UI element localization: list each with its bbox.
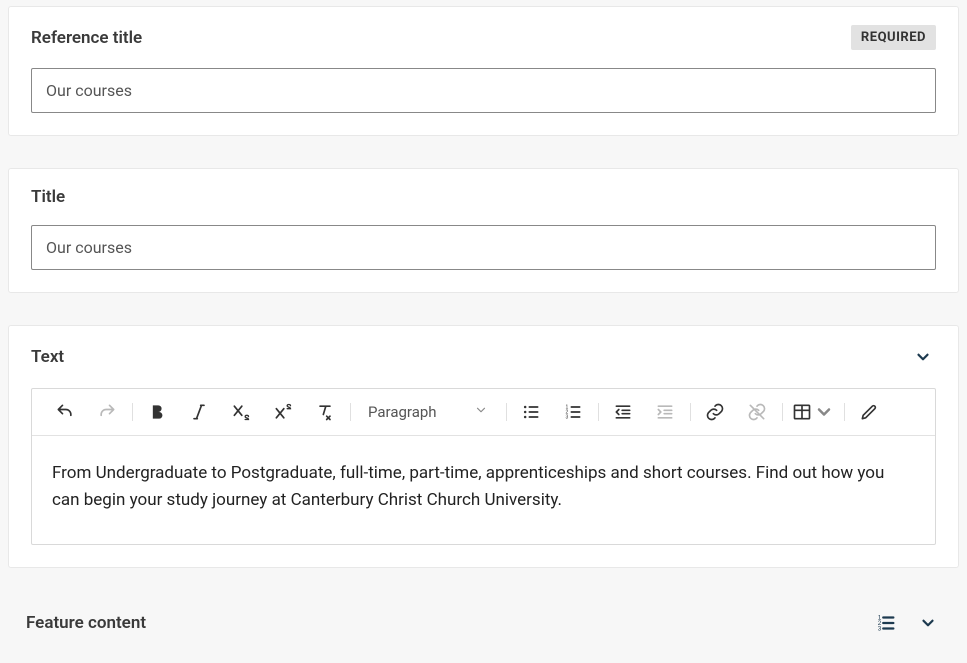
- chevron-down-icon: [474, 403, 488, 421]
- title-header: Title: [31, 187, 936, 207]
- table-button[interactable]: [790, 395, 836, 429]
- title-input[interactable]: [31, 225, 936, 270]
- toolbar-group-edit: [844, 395, 894, 429]
- numbered-list-icon: 123: [563, 402, 583, 422]
- chevron-down-icon: [814, 402, 834, 422]
- chevron-down-icon: [919, 614, 937, 632]
- list-icon: 123: [875, 612, 897, 634]
- bullet-list-icon: [521, 402, 541, 422]
- title-panel: Title: [8, 168, 959, 293]
- paragraph-format-label: Paragraph: [368, 403, 437, 421]
- chevron-down-icon: [914, 348, 932, 366]
- reference-title-panel: Reference title REQUIRED: [8, 6, 959, 136]
- toolbar-group-link: [690, 395, 782, 429]
- title-label: Title: [31, 187, 65, 207]
- clear-format-icon: [315, 402, 335, 422]
- subscript-button[interactable]: [224, 395, 258, 429]
- reference-title-input[interactable]: [31, 68, 936, 113]
- paragraph-format-select[interactable]: Paragraph: [358, 395, 498, 429]
- feature-list-button[interactable]: 123: [871, 608, 901, 638]
- unlink-button[interactable]: [740, 395, 774, 429]
- text-panel: Text: [8, 325, 959, 568]
- bullet-list-button[interactable]: [514, 395, 548, 429]
- edit-source-button[interactable]: [852, 395, 886, 429]
- clear-format-button[interactable]: [308, 395, 342, 429]
- feature-content-section: Feature content 123: [8, 600, 959, 642]
- feature-content-label: Feature content: [26, 613, 146, 633]
- text-label: Text: [31, 347, 64, 367]
- toolbar-group-history: [40, 395, 132, 429]
- pencil-icon: [859, 402, 879, 422]
- text-collapse-button[interactable]: [910, 344, 936, 370]
- toolbar-group-table: [782, 395, 844, 429]
- link-button[interactable]: [698, 395, 732, 429]
- reference-title-label: Reference title: [31, 28, 142, 48]
- outdent-icon: [613, 402, 633, 422]
- editor-content[interactable]: From Undergraduate to Postgraduate, full…: [32, 436, 935, 544]
- numbered-list-button[interactable]: 123: [556, 395, 590, 429]
- undo-button[interactable]: [48, 395, 82, 429]
- redo-button[interactable]: [90, 395, 124, 429]
- bold-icon: [147, 402, 167, 422]
- toolbar-group-lists: 123: [506, 395, 598, 429]
- svg-text:3: 3: [878, 626, 882, 633]
- link-icon: [705, 402, 725, 422]
- redo-icon: [97, 402, 117, 422]
- toolbar-group-indent: [598, 395, 690, 429]
- indent-icon: [655, 402, 675, 422]
- table-icon: [792, 402, 812, 422]
- feature-collapse-button[interactable]: [915, 610, 941, 636]
- reference-title-header: Reference title REQUIRED: [31, 25, 936, 50]
- required-badge: REQUIRED: [851, 25, 936, 50]
- unlink-icon: [747, 402, 767, 422]
- rich-text-editor: Paragraph 123: [31, 388, 936, 545]
- undo-icon: [55, 402, 75, 422]
- bold-button[interactable]: [140, 395, 174, 429]
- toolbar-group-format: [132, 395, 350, 429]
- feature-content-actions: 123: [871, 608, 941, 638]
- toolbar-group-paragraph: Paragraph: [350, 395, 506, 429]
- indent-button[interactable]: [648, 395, 682, 429]
- outdent-button[interactable]: [606, 395, 640, 429]
- editor-toolbar: Paragraph 123: [32, 389, 935, 436]
- italic-button[interactable]: [182, 395, 216, 429]
- text-header: Text: [31, 344, 936, 370]
- svg-text:3: 3: [566, 415, 569, 421]
- subscript-icon: [231, 402, 251, 422]
- superscript-button[interactable]: [266, 395, 300, 429]
- italic-icon: [189, 402, 209, 422]
- superscript-icon: [273, 402, 293, 422]
